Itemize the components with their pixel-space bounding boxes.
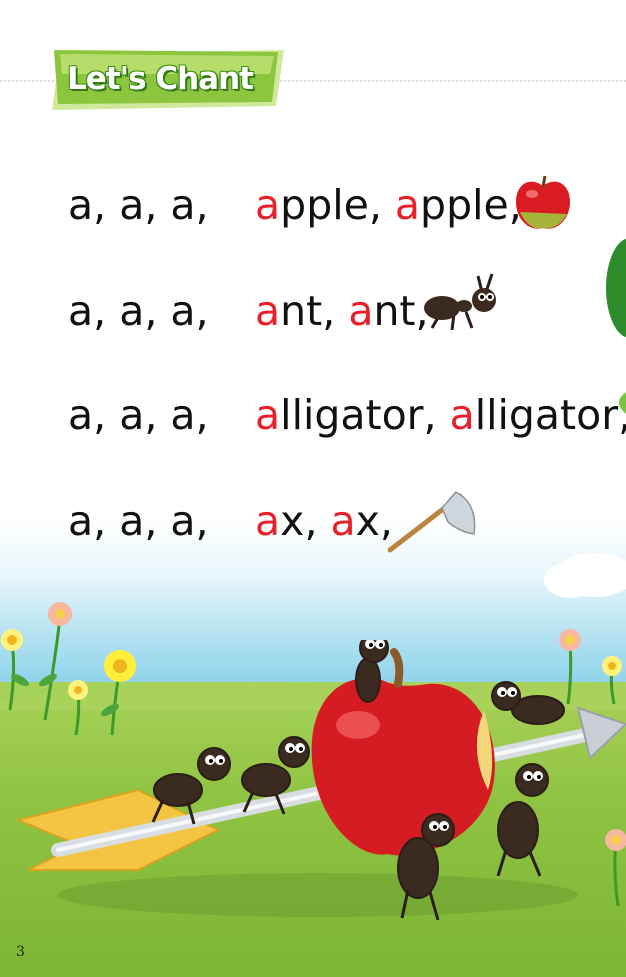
- letter-a-highlight: a: [255, 497, 281, 545]
- chant-lead: a, a, a,: [68, 181, 209, 229]
- chant-line-ant: a, a, a, ant, ant,: [68, 286, 429, 336]
- letter-a-highlight: a: [255, 181, 281, 229]
- ant-icon: [424, 273, 496, 331]
- tree-icon: [606, 238, 626, 338]
- separator: ,: [304, 497, 331, 545]
- apple-icon: [516, 175, 570, 229]
- word-rest: x: [355, 497, 380, 545]
- word-rest: pple: [280, 181, 369, 229]
- letter-a-highlight: a: [255, 391, 281, 439]
- letter-a-highlight: a: [394, 181, 421, 229]
- word-rest: nt: [373, 287, 416, 335]
- letter-a-highlight: a: [255, 287, 281, 335]
- word-rest: x: [280, 497, 305, 545]
- letter-a-highlight: a: [348, 287, 374, 335]
- word-rest: lligator: [280, 391, 424, 439]
- chant-lead: a, a, a,: [68, 391, 209, 439]
- word-rest: nt: [280, 287, 323, 335]
- word-rest: pple: [420, 181, 509, 229]
- line-end: ,: [618, 391, 626, 439]
- ants-apple-arrow-illustration: [18, 640, 626, 921]
- textbook-page: Let's Chant a, a, a, apple, apple, a, a,…: [0, 0, 626, 977]
- cloud-icon: [544, 553, 626, 598]
- chant-line-alligator: a, a, a, alligator, alligator,: [68, 390, 626, 440]
- separator: ,: [322, 287, 349, 335]
- chant-lead: a, a, a,: [68, 497, 209, 545]
- separator: ,: [368, 181, 395, 229]
- chant-lead: a, a, a,: [68, 287, 209, 335]
- letter-a-highlight: a: [330, 497, 356, 545]
- word-rest: lligator: [474, 391, 619, 439]
- ax-icon: [387, 491, 476, 553]
- page-title: Let's Chant: [67, 61, 254, 97]
- page-number: 3: [16, 944, 25, 960]
- chant-line-ax: a, a, a, ax, ax,: [68, 496, 393, 546]
- chant-line-apple: a, a, a, apple, apple,: [68, 180, 522, 230]
- letter-a-highlight: a: [449, 391, 475, 439]
- separator: ,: [423, 391, 450, 439]
